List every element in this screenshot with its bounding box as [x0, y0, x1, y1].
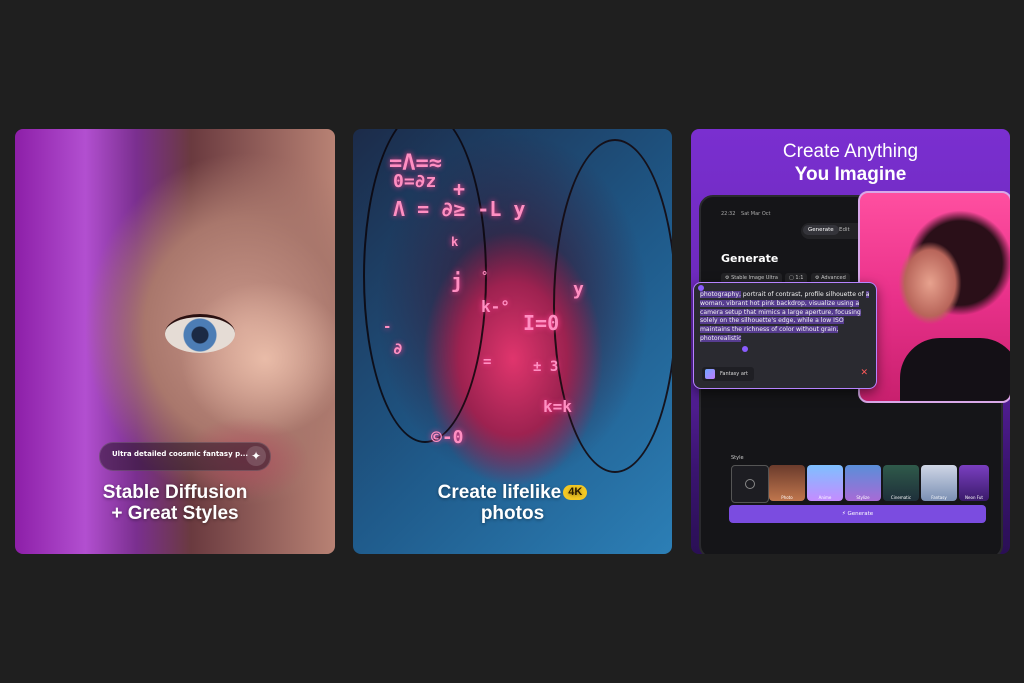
- none-icon: [745, 479, 755, 489]
- hair-strand: [553, 139, 672, 473]
- math-glyph: k=k: [543, 397, 572, 416]
- prompt-pill[interactable]: Ultra detailed coosmic fantasy p... ✦: [99, 442, 271, 471]
- math-glyph: j: [451, 269, 464, 293]
- tab-generate[interactable]: Generate: [803, 225, 839, 235]
- math-glyph: k-°: [481, 297, 510, 316]
- generate-button[interactable]: ⚡ Generate: [729, 505, 986, 523]
- math-glyph: ± 3: [533, 359, 559, 375]
- math-glyph: =: [483, 354, 492, 370]
- style-chip[interactable]: Fantasy art: [702, 367, 754, 381]
- style-none[interactable]: [731, 465, 769, 503]
- advanced-chip-label: Advanced: [821, 275, 846, 281]
- generated-portrait: [858, 191, 1010, 403]
- math-glyph: ©-0: [431, 427, 464, 448]
- caption-line-2: photos: [480, 503, 545, 524]
- math-glyph: 0=∂z: [393, 171, 437, 192]
- close-icon[interactable]: ✕: [860, 368, 868, 378]
- caption-line-2: + Great Styles: [111, 503, 239, 524]
- card-caption: Stable Diffusion + Great Styles: [15, 482, 335, 524]
- style-anime[interactable]: Anime: [807, 465, 843, 501]
- tab-edit[interactable]: Edit: [839, 227, 850, 233]
- prompt-editor[interactable]: photography, portrait of contrast, profi…: [693, 282, 877, 389]
- caption-line-1: Create lifelike 4K: [353, 482, 672, 503]
- math-glyph: Λ = ∂≥ -L y: [393, 197, 526, 221]
- hero-title-line-1: Create Anything: [782, 141, 919, 162]
- style-stylize[interactable]: Stylize: [845, 465, 881, 501]
- card-create-anything[interactable]: Create Anything You Imagine 22:32 Sat Ma…: [691, 129, 1010, 554]
- style-label: Style: [731, 455, 744, 461]
- style-photo[interactable]: Photo: [769, 465, 805, 501]
- fantasy-art-thumb-icon: [705, 369, 715, 379]
- math-glyph: k: [451, 235, 459, 249]
- status-date: Sat Mar Oct: [741, 211, 771, 217]
- math-glyph: ∂: [393, 339, 403, 358]
- math-glyph: °: [481, 269, 489, 283]
- hero-title-line-2: You Imagine: [794, 164, 907, 185]
- status-time: 22:32: [721, 211, 736, 217]
- generate-heading: Generate: [721, 252, 779, 265]
- sparkle-icon[interactable]: ✦: [246, 446, 266, 466]
- portrait-body: [900, 338, 1010, 401]
- prompt-text-rest: portrait of contrast, profile silhouette…: [740, 291, 864, 298]
- card-caption: Create lifelike 4K photos: [353, 482, 672, 524]
- style-chip-label: Fantasy art: [720, 371, 748, 377]
- 4k-badge: 4K: [563, 485, 588, 500]
- math-glyph: I=0: [523, 311, 560, 335]
- math-glyph: -: [383, 319, 392, 335]
- prompt-text[interactable]: photography, portrait of contrast, profi…: [700, 291, 872, 344]
- prompt-text-selected: a woman, vibrant hot pink backdrop, visu…: [700, 291, 870, 342]
- prompt-text-highlight: photography,: [700, 291, 741, 298]
- status-bar: 22:32 Sat Mar Oct: [721, 211, 770, 217]
- prompt-pill-text: Ultra detailed coosmic fantasy p...: [112, 450, 249, 458]
- math-glyph: y: [573, 279, 584, 300]
- style-cinematic[interactable]: Cinematic: [883, 465, 919, 501]
- style-neon-future[interactable]: Neon Fut: [959, 465, 989, 501]
- model-chip-label: Stable Image Ultra: [731, 275, 778, 281]
- style-fantasy[interactable]: Fantasy: [921, 465, 957, 501]
- eye-illustration: [165, 314, 235, 353]
- caption-line-1: Stable Diffusion: [102, 482, 248, 503]
- card-lifelike-photos[interactable]: =Λ=≈ 0=∂z + Λ = ∂≥ -L y k j ° k-° I=0 y …: [353, 129, 672, 554]
- selection-handle-end[interactable]: [742, 346, 748, 352]
- ratio-chip-label: 1:1: [795, 275, 804, 281]
- card-stable-diffusion[interactable]: Ultra detailed coosmic fantasy p... ✦ St…: [15, 129, 335, 554]
